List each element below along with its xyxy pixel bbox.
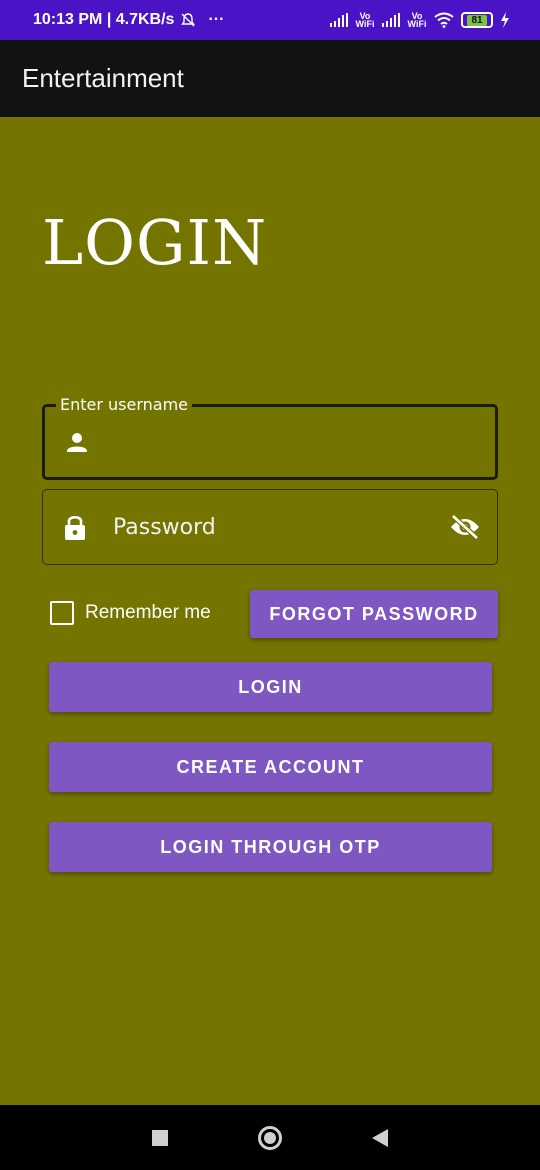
signal-icon-2 [382,13,400,27]
forgot-password-button[interactable]: FORGOT PASSWORD [250,590,498,638]
username-input[interactable] [115,407,435,477]
app-bar: Entertainment [0,40,540,117]
person-icon [67,433,87,452]
create-account-button[interactable]: CREATE ACCOUNT [49,742,492,792]
system-nav-bar [0,1105,540,1170]
username-field[interactable]: Enter username [42,395,498,480]
remember-label: Remember me [85,602,211,623]
password-field[interactable] [42,489,498,565]
recents-icon[interactable] [152,1129,168,1146]
lock-icon [65,515,85,540]
remember-checkbox[interactable] [50,601,74,625]
status-bar: 10:13 PM | 4.7KB/s ··· Vo WiFi Vo WiFi 8… [0,0,540,40]
bell-off-icon [181,13,196,27]
remember-me[interactable]: Remember me [50,601,211,625]
password-input[interactable] [113,490,433,564]
back-icon[interactable] [372,1128,388,1147]
wifi-icon [434,12,454,28]
status-time: 10:13 PM | 4.7KB/s [33,11,175,28]
home-icon[interactable] [258,1125,282,1150]
vo-wifi-label-2: Vo WiFi [407,11,427,29]
signal-icon [330,13,348,27]
app-title: Entertainment [22,63,184,93]
login-otp-button[interactable]: LOGIN THROUGH OTP [49,822,492,872]
more-icon: ··· [208,11,225,28]
battery-icon: 81 [461,12,493,28]
login-button[interactable]: LOGIN [49,662,492,712]
charging-icon [501,12,509,28]
page-title: LOGIN [42,206,268,279]
vo-wifi-label: Vo WiFi [355,11,375,29]
battery-level: 81 [467,14,487,26]
visibility-off-icon[interactable] [449,514,481,540]
